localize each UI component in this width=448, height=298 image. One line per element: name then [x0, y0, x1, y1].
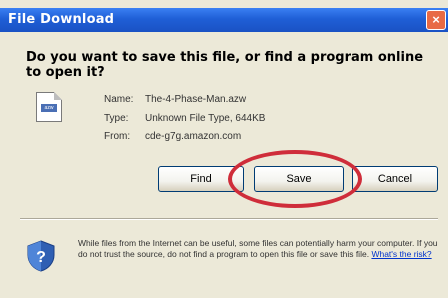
close-button[interactable]: ×: [426, 10, 446, 30]
name-label: Name:: [104, 94, 134, 105]
risk-link[interactable]: What's the risk?: [371, 249, 431, 259]
window-title: File Download: [8, 12, 115, 27]
from-value: cde-g7g.amazon.com: [145, 131, 242, 142]
type-label: Type:: [104, 113, 129, 124]
file-name-row: Name: The-4-Phase-Man.azw: [104, 94, 246, 105]
type-value: Unknown File Type, 644KB: [145, 113, 266, 124]
file-icon: azw: [36, 92, 62, 122]
name-value: The-4-Phase-Man.azw: [145, 94, 247, 105]
dialog-question: Do you want to save this file, or find a…: [26, 50, 424, 80]
from-label: From:: [104, 131, 131, 142]
shield-question-icon: ?: [27, 240, 55, 272]
save-highlight-circle: [228, 150, 362, 208]
file-download-dialog: File Download × Do you want to save this…: [0, 0, 448, 298]
close-icon: ×: [432, 12, 440, 27]
title-bar[interactable]: File Download ×: [0, 8, 448, 32]
cancel-button[interactable]: Cancel: [352, 166, 438, 192]
svg-text:?: ?: [36, 249, 46, 266]
file-type-badge: azw: [41, 104, 57, 112]
divider: [20, 218, 438, 220]
security-warning: While files from the Internet can be use…: [78, 238, 438, 260]
file-type-row: Type: Unknown File Type, 644KB: [104, 113, 265, 124]
file-from-row: From: cde-g7g.amazon.com: [104, 131, 241, 142]
file-fold-corner: [54, 92, 62, 100]
